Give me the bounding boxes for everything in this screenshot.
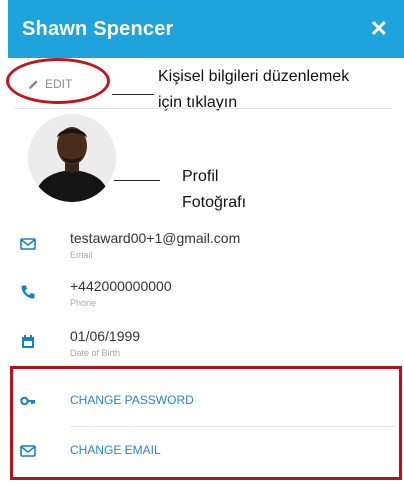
modal-header: Shawn Spencer ✕ xyxy=(8,0,404,58)
dob-info-row: 01/06/1999 Date of Birth xyxy=(20,328,380,368)
edit-annotation-line1: Kişisel bilgileri düzenlemek xyxy=(158,68,350,85)
email-value: testaward00+1@gmail.com xyxy=(70,230,241,246)
edit-label: EDIT xyxy=(45,77,73,91)
mail-icon xyxy=(20,445,36,457)
change-password-label: CHANGE PASSWORD xyxy=(70,393,194,407)
change-email-label: CHANGE EMAIL xyxy=(70,443,161,457)
edit-button[interactable]: EDIT xyxy=(14,68,104,100)
phone-value: +442000000000 xyxy=(70,278,172,294)
mail-icon xyxy=(20,238,36,250)
photo-annotation-line2: Fotoğrafı xyxy=(182,194,247,211)
pencil-icon xyxy=(28,79,38,89)
change-email-button[interactable]: CHANGE EMAIL xyxy=(20,438,380,464)
edit-annotation-line2: için tıklayın xyxy=(158,94,238,111)
actions-divider xyxy=(70,426,396,427)
dob-value: 01/06/1999 xyxy=(70,328,141,344)
edit-divider xyxy=(14,108,392,109)
profile-photo xyxy=(28,114,116,202)
email-info-row: testaward00+1@gmail.com Email xyxy=(20,230,380,270)
profile-name-title: Shawn Spencer xyxy=(22,17,174,40)
phone-icon xyxy=(21,285,35,299)
close-icon[interactable]: ✕ xyxy=(370,18,388,40)
calendar-icon xyxy=(22,335,34,348)
phone-label: Phone xyxy=(70,298,97,308)
photo-annotation-line1: Profil xyxy=(182,168,219,185)
dob-label: Date of Birth xyxy=(70,348,121,358)
edit-annotation-line xyxy=(112,94,154,95)
key-icon xyxy=(20,396,36,406)
photo-annotation-line xyxy=(114,180,160,181)
photo-annotation: Profil Fotoğrafı xyxy=(182,164,246,216)
change-password-button[interactable]: CHANGE PASSWORD xyxy=(20,388,380,414)
phone-info-row: +442000000000 Phone xyxy=(20,278,380,318)
avatar xyxy=(28,114,116,202)
email-label: Email xyxy=(70,250,93,260)
